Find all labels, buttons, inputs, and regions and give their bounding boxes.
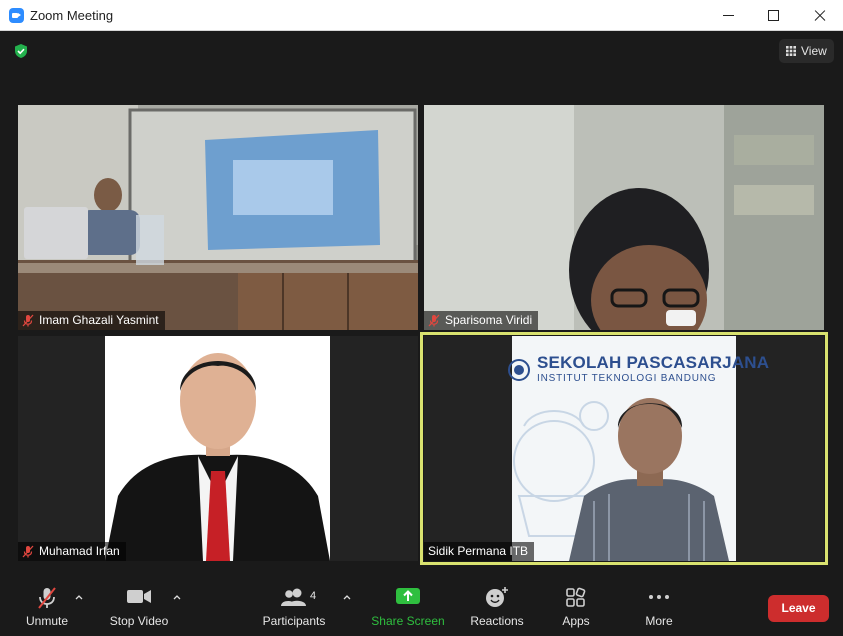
share-screen-icon [396,588,420,604]
participant-video-portrait [105,336,330,561]
chevron-up-icon[interactable] [342,592,352,602]
chevron-up-icon[interactable] [74,592,84,602]
participant-name-tag: Muhamad Irfan [18,542,126,561]
encryption-shield-icon[interactable] [13,43,29,59]
more-dots-icon [649,595,669,599]
unmute-label: Unmute [25,614,69,628]
window-titlebar: Zoom Meeting [0,0,843,31]
grid-icon [786,46,796,56]
apps-icon [566,587,586,607]
video-tile-1[interactable]: Imam Ghazali Yasmint [18,105,418,330]
slide-title: SEKOLAH PASCASARJANA [537,353,770,372]
share-screen-button[interactable]: Share Screen [368,576,448,636]
participants-button[interactable]: Participants [259,576,329,636]
participants-count: 4 [310,590,317,602]
view-button[interactable]: View [779,39,834,63]
meeting-toolbar: Unmute Stop Video Participants Share Scr… [0,576,843,636]
muted-mic-icon [38,587,56,609]
participant-name-tag: Imam Ghazali Yasmint [18,311,165,330]
more-button[interactable]: More [634,576,684,636]
stop-video-button[interactable]: Stop Video [104,576,174,636]
apps-label: Apps [562,614,590,628]
reactions-label: Reactions [470,614,524,628]
more-label: More [645,614,673,628]
participant-name-tag: Sidik Permana ITB [424,542,535,561]
view-label: View [801,44,827,58]
video-tile-3[interactable]: Muhamad Irfan [18,336,418,561]
reactions-button[interactable]: Reactions [467,576,527,636]
video-camera-icon [127,590,151,603]
leave-button[interactable]: Leave [768,595,829,622]
close-button[interactable] [796,0,842,30]
maximize-button[interactable] [750,0,796,30]
participant-name-tag: Sparisoma Viridi [424,311,539,330]
stop-video-label: Stop Video [109,614,169,628]
participant-name: Muhamad Irfan [39,544,120,558]
participant-name: Imam Ghazali Yasmint [39,313,159,327]
muted-mic-icon [428,314,440,327]
apps-button[interactable]: Apps [551,576,601,636]
video-tile-2[interactable]: Sparisoma Viridi [424,105,824,330]
participant-name: Sidik Permana ITB [428,544,529,558]
unmute-button[interactable]: Unmute [18,576,76,636]
participant-video-classroom [18,105,418,330]
muted-mic-icon [22,545,34,558]
share-screen-label: Share Screen [371,614,445,628]
chevron-up-icon[interactable] [172,592,182,602]
participants-icon [281,588,306,606]
muted-mic-icon [22,314,34,327]
participants-label: Participants [262,614,326,628]
window-title: Zoom Meeting [30,8,114,23]
video-tile-4[interactable]: SEKOLAH PASCASARJANA INSTITUT TEKNOLOGI … [424,336,824,561]
slide-subtitle: INSTITUT TEKNOLOGI BANDUNG [537,373,717,384]
participant-video-closeup [424,105,824,330]
zoom-app-icon [9,8,24,23]
participant-name: Sparisoma Viridi [445,313,533,327]
reactions-smiley-icon [486,587,508,607]
minimize-button[interactable] [705,0,751,30]
